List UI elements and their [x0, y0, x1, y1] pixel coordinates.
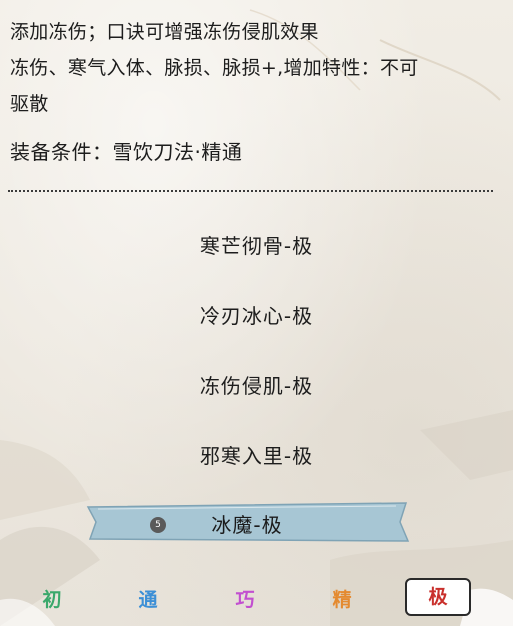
selected-skill-label: 冰魔-极	[211, 513, 283, 537]
skill-option[interactable]: 冻伤侵肌-极	[0, 370, 513, 399]
tier-tab-proficient[interactable]: 通	[128, 585, 168, 612]
selected-skill-option[interactable]: 冰魔-极	[84, 501, 410, 543]
dotted-divider	[8, 190, 493, 192]
tier-tab-expert[interactable]: 精	[322, 585, 362, 612]
description-line-2: 冻伤、寒气入体、脉损、脉损+,增加特性：不可	[10, 57, 419, 79]
tier-tab-beginner[interactable]: 初	[32, 585, 72, 612]
skill-option[interactable]: 寒芒彻骨-极	[0, 230, 513, 259]
skill-description: 添加冻伤；口诀可增强冻伤侵肌效果 冻伤、寒气入体、脉损、脉损+,增加特性：不可 …	[10, 14, 505, 122]
tier-tab-ultimate[interactable]: 极	[405, 578, 471, 616]
description-line-3: 驱散	[10, 93, 49, 115]
description-line-1: 添加冻伤；口诀可增强冻伤侵肌效果	[10, 21, 319, 43]
step-number-badge: 5	[150, 517, 166, 533]
skill-option[interactable]: 邪寒入里-极	[0, 440, 513, 469]
tier-tab-skilled[interactable]: 巧	[225, 585, 265, 612]
equip-requirement: 装备条件：雪饮刀法·精通	[10, 140, 243, 164]
skill-option[interactable]: 冷刃冰心-极	[0, 300, 513, 329]
